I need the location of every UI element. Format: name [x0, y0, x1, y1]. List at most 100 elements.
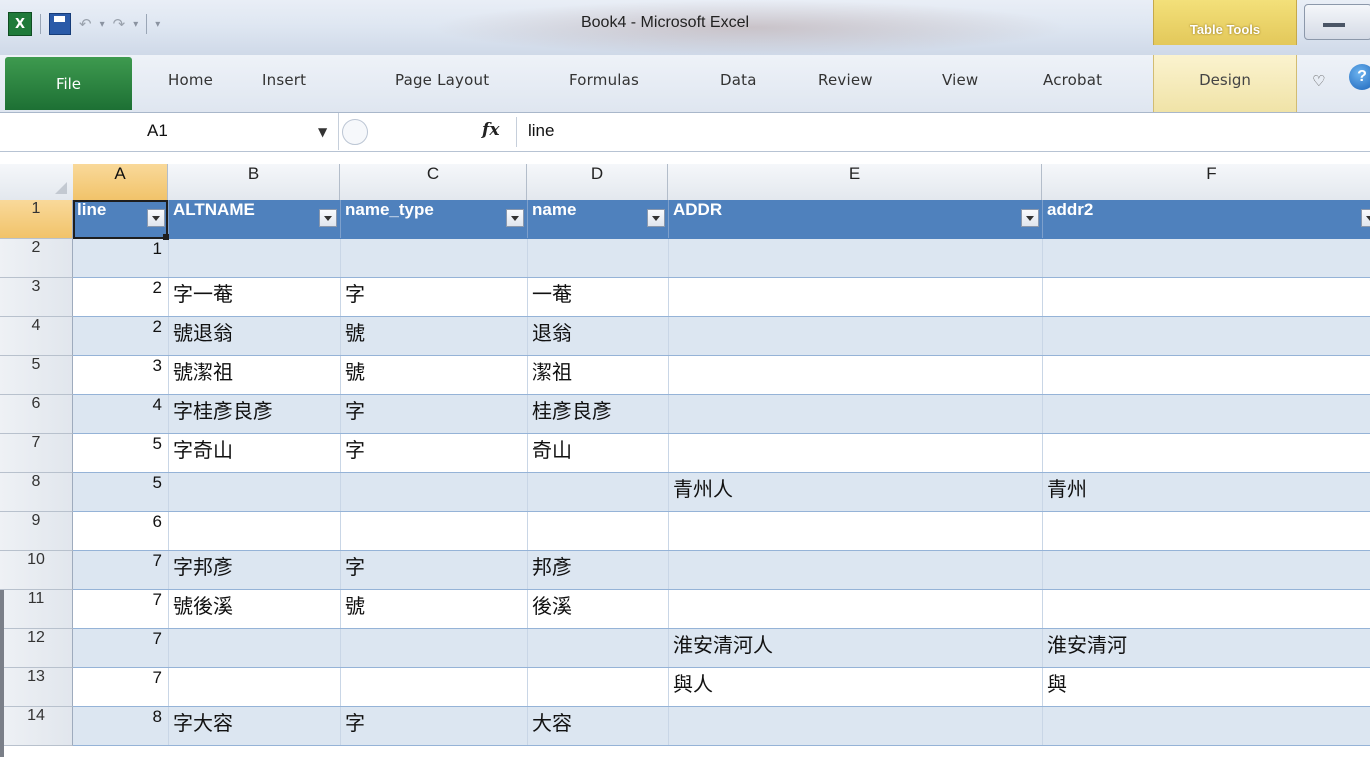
table-cell[interactable]: 號	[340, 356, 527, 394]
column-header-e[interactable]: E	[668, 164, 1042, 200]
table-cell[interactable]	[340, 239, 527, 277]
table-cell[interactable]	[1042, 278, 1370, 316]
row-header-11[interactable]: 11	[0, 590, 73, 629]
table-cell[interactable]: 號後溪	[168, 590, 340, 628]
column-header-a[interactable]: A	[73, 164, 168, 200]
table-cell[interactable]: 號	[340, 317, 527, 355]
column-header-b[interactable]: B	[168, 164, 340, 200]
row-header-3[interactable]: 3	[0, 278, 73, 317]
table-cell[interactable]: 5	[73, 473, 168, 511]
table-cell[interactable]	[1042, 356, 1370, 394]
table-header-cell[interactable]: name_type	[340, 200, 527, 238]
table-cell[interactable]	[1042, 395, 1370, 433]
column-header-f[interactable]: F	[1042, 164, 1370, 200]
table-cell[interactable]: 與	[1042, 668, 1370, 706]
filter-dropdown-icon[interactable]	[1021, 209, 1039, 227]
table-cell[interactable]: 號	[340, 590, 527, 628]
table-cell[interactable]	[668, 278, 1042, 316]
table-cell[interactable]	[668, 356, 1042, 394]
table-cell[interactable]: 與人	[668, 668, 1042, 706]
table-cell[interactable]: 字	[340, 707, 527, 745]
table-cell[interactable]: 字大容	[168, 707, 340, 745]
table-cell[interactable]: 淮安清河人	[668, 629, 1042, 667]
table-cell[interactable]: 邦彥	[527, 551, 668, 589]
table-cell[interactable]: 桂彥良彥	[527, 395, 668, 433]
table-cell[interactable]	[340, 512, 527, 550]
table-cell[interactable]: 7	[73, 551, 168, 589]
table-cell[interactable]: 5	[73, 434, 168, 472]
row-header-2[interactable]: 2	[0, 239, 73, 278]
filter-dropdown-icon[interactable]	[506, 209, 524, 227]
redo-icon[interactable]: ↷	[113, 15, 126, 33]
table-cell[interactable]: 潔祖	[527, 356, 668, 394]
table-header-cell[interactable]: addr2	[1042, 200, 1370, 238]
table-cell[interactable]: 號潔祖	[168, 356, 340, 394]
table-cell[interactable]: 2	[73, 278, 168, 316]
table-cell[interactable]: 號退翁	[168, 317, 340, 355]
row-header-12[interactable]: 12	[0, 629, 73, 668]
table-cell[interactable]	[668, 590, 1042, 628]
table-cell[interactable]: 青州	[1042, 473, 1370, 511]
table-cell[interactable]	[168, 239, 340, 277]
tab-file[interactable]: File	[5, 57, 132, 110]
help-icon[interactable]: ?	[1349, 64, 1370, 90]
row-header-4[interactable]: 4	[0, 317, 73, 356]
tab-design[interactable]: Design	[1153, 55, 1297, 112]
row-header-1[interactable]: 1	[0, 200, 73, 239]
table-cell[interactable]: 4	[73, 395, 168, 433]
table-cell[interactable]: 字	[340, 551, 527, 589]
table-cell[interactable]	[340, 473, 527, 511]
filter-dropdown-icon[interactable]	[1361, 209, 1370, 227]
excel-app-icon[interactable]: X	[8, 12, 32, 36]
table-cell[interactable]	[668, 434, 1042, 472]
tab-acrobat[interactable]: Acrobat	[1043, 71, 1102, 89]
table-cell[interactable]	[527, 629, 668, 667]
table-cell[interactable]: 3	[73, 356, 168, 394]
table-cell[interactable]: 字	[340, 434, 527, 472]
undo-icon[interactable]: ↶	[79, 15, 92, 33]
table-cell[interactable]: 奇山	[527, 434, 668, 472]
row-header-6[interactable]: 6	[0, 395, 73, 434]
table-cell[interactable]: 2	[73, 317, 168, 355]
table-cell[interactable]: 退翁	[527, 317, 668, 355]
table-cell[interactable]	[668, 707, 1042, 745]
table-cell[interactable]: 字邦彥	[168, 551, 340, 589]
row-header-14[interactable]: 14	[0, 707, 73, 746]
table-cell[interactable]	[168, 512, 340, 550]
name-box[interactable]: A1 ▼	[0, 113, 339, 150]
table-cell[interactable]	[1042, 590, 1370, 628]
table-cell[interactable]	[168, 668, 340, 706]
table-cell[interactable]: 字奇山	[168, 434, 340, 472]
table-cell[interactable]	[527, 512, 668, 550]
table-cell[interactable]: 大容	[527, 707, 668, 745]
table-cell[interactable]	[668, 317, 1042, 355]
tab-home[interactable]: Home	[168, 71, 213, 89]
table-cell[interactable]	[168, 629, 340, 667]
row-header-5[interactable]: 5	[0, 356, 73, 395]
table-cell[interactable]	[1042, 707, 1370, 745]
table-cell[interactable]: 後溪	[527, 590, 668, 628]
table-cell[interactable]: 青州人	[668, 473, 1042, 511]
table-cell[interactable]: 一菴	[527, 278, 668, 316]
table-cell[interactable]	[527, 473, 668, 511]
fill-handle[interactable]	[163, 234, 169, 240]
select-all-button[interactable]	[0, 164, 74, 200]
table-cell[interactable]: 1	[73, 239, 168, 277]
save-icon[interactable]	[49, 13, 71, 35]
table-cell[interactable]: 字	[340, 395, 527, 433]
table-cell[interactable]	[668, 512, 1042, 550]
table-cell[interactable]: 字一菴	[168, 278, 340, 316]
table-cell[interactable]	[1042, 317, 1370, 355]
table-cell[interactable]: 7	[73, 629, 168, 667]
table-cell[interactable]: 字桂彥良彥	[168, 395, 340, 433]
table-cell[interactable]	[668, 239, 1042, 277]
column-header-c[interactable]: C	[340, 164, 527, 200]
tab-page-layout[interactable]: Page Layout	[395, 71, 489, 89]
table-cell[interactable]	[168, 473, 340, 511]
table-cell[interactable]: 7	[73, 668, 168, 706]
table-header-cell[interactable]: ADDR	[668, 200, 1042, 238]
filter-dropdown-icon[interactable]	[319, 209, 337, 227]
table-cell[interactable]	[668, 551, 1042, 589]
customize-qat-icon[interactable]: ▾	[155, 19, 160, 30]
table-header-cell[interactable]: ALTNAME	[168, 200, 340, 238]
